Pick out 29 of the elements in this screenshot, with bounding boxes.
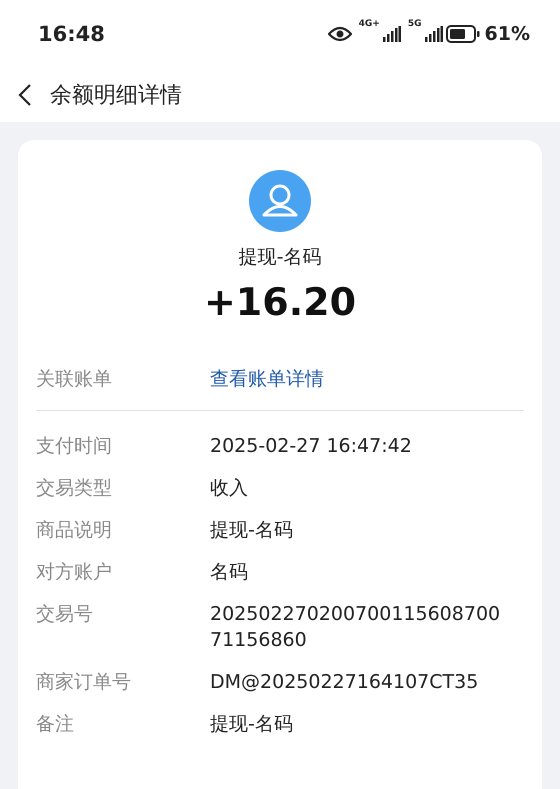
field-label: 对方账户 xyxy=(36,560,113,585)
transaction-title: 提现-名码 xyxy=(238,245,322,270)
field-value: 2025-02-27 16:47:42 xyxy=(210,434,413,459)
back-icon[interactable] xyxy=(18,83,32,107)
bill-details-link[interactable]: 查看账单详情 xyxy=(210,366,510,392)
battery-icon xyxy=(446,25,480,43)
eye-icon xyxy=(328,26,352,42)
network-label: 5G xyxy=(408,19,422,29)
field-label: 商品说明 xyxy=(36,518,113,543)
field-value: 提现-名码 xyxy=(210,712,294,737)
field-value: 20250227020070011560870071156860 xyxy=(210,602,502,653)
field-value: 名码 xyxy=(210,560,249,585)
field-value: DM@20250227164107CT35 xyxy=(210,670,480,695)
field-value: 收入 xyxy=(210,476,249,501)
signal-icon xyxy=(424,26,443,42)
amount: +16.20 xyxy=(204,280,356,324)
field-label: 商家订单号 xyxy=(36,670,132,695)
field-label: 交易号 xyxy=(36,602,94,627)
avatar-icon xyxy=(249,170,311,232)
field-label: 交易类型 xyxy=(36,476,113,501)
field-label: 备注 xyxy=(36,712,75,737)
battery-percent: 61% xyxy=(484,23,530,45)
status-time: 16:48 xyxy=(38,22,105,46)
network-label: 4G+ xyxy=(358,19,380,29)
field-value: 提现-名码 xyxy=(210,518,294,543)
page-title: 余额明细详情 xyxy=(50,82,182,110)
field-label: 支付时间 xyxy=(36,434,113,459)
signal-icon xyxy=(382,26,401,42)
field-label: 关联账单 xyxy=(36,367,113,392)
